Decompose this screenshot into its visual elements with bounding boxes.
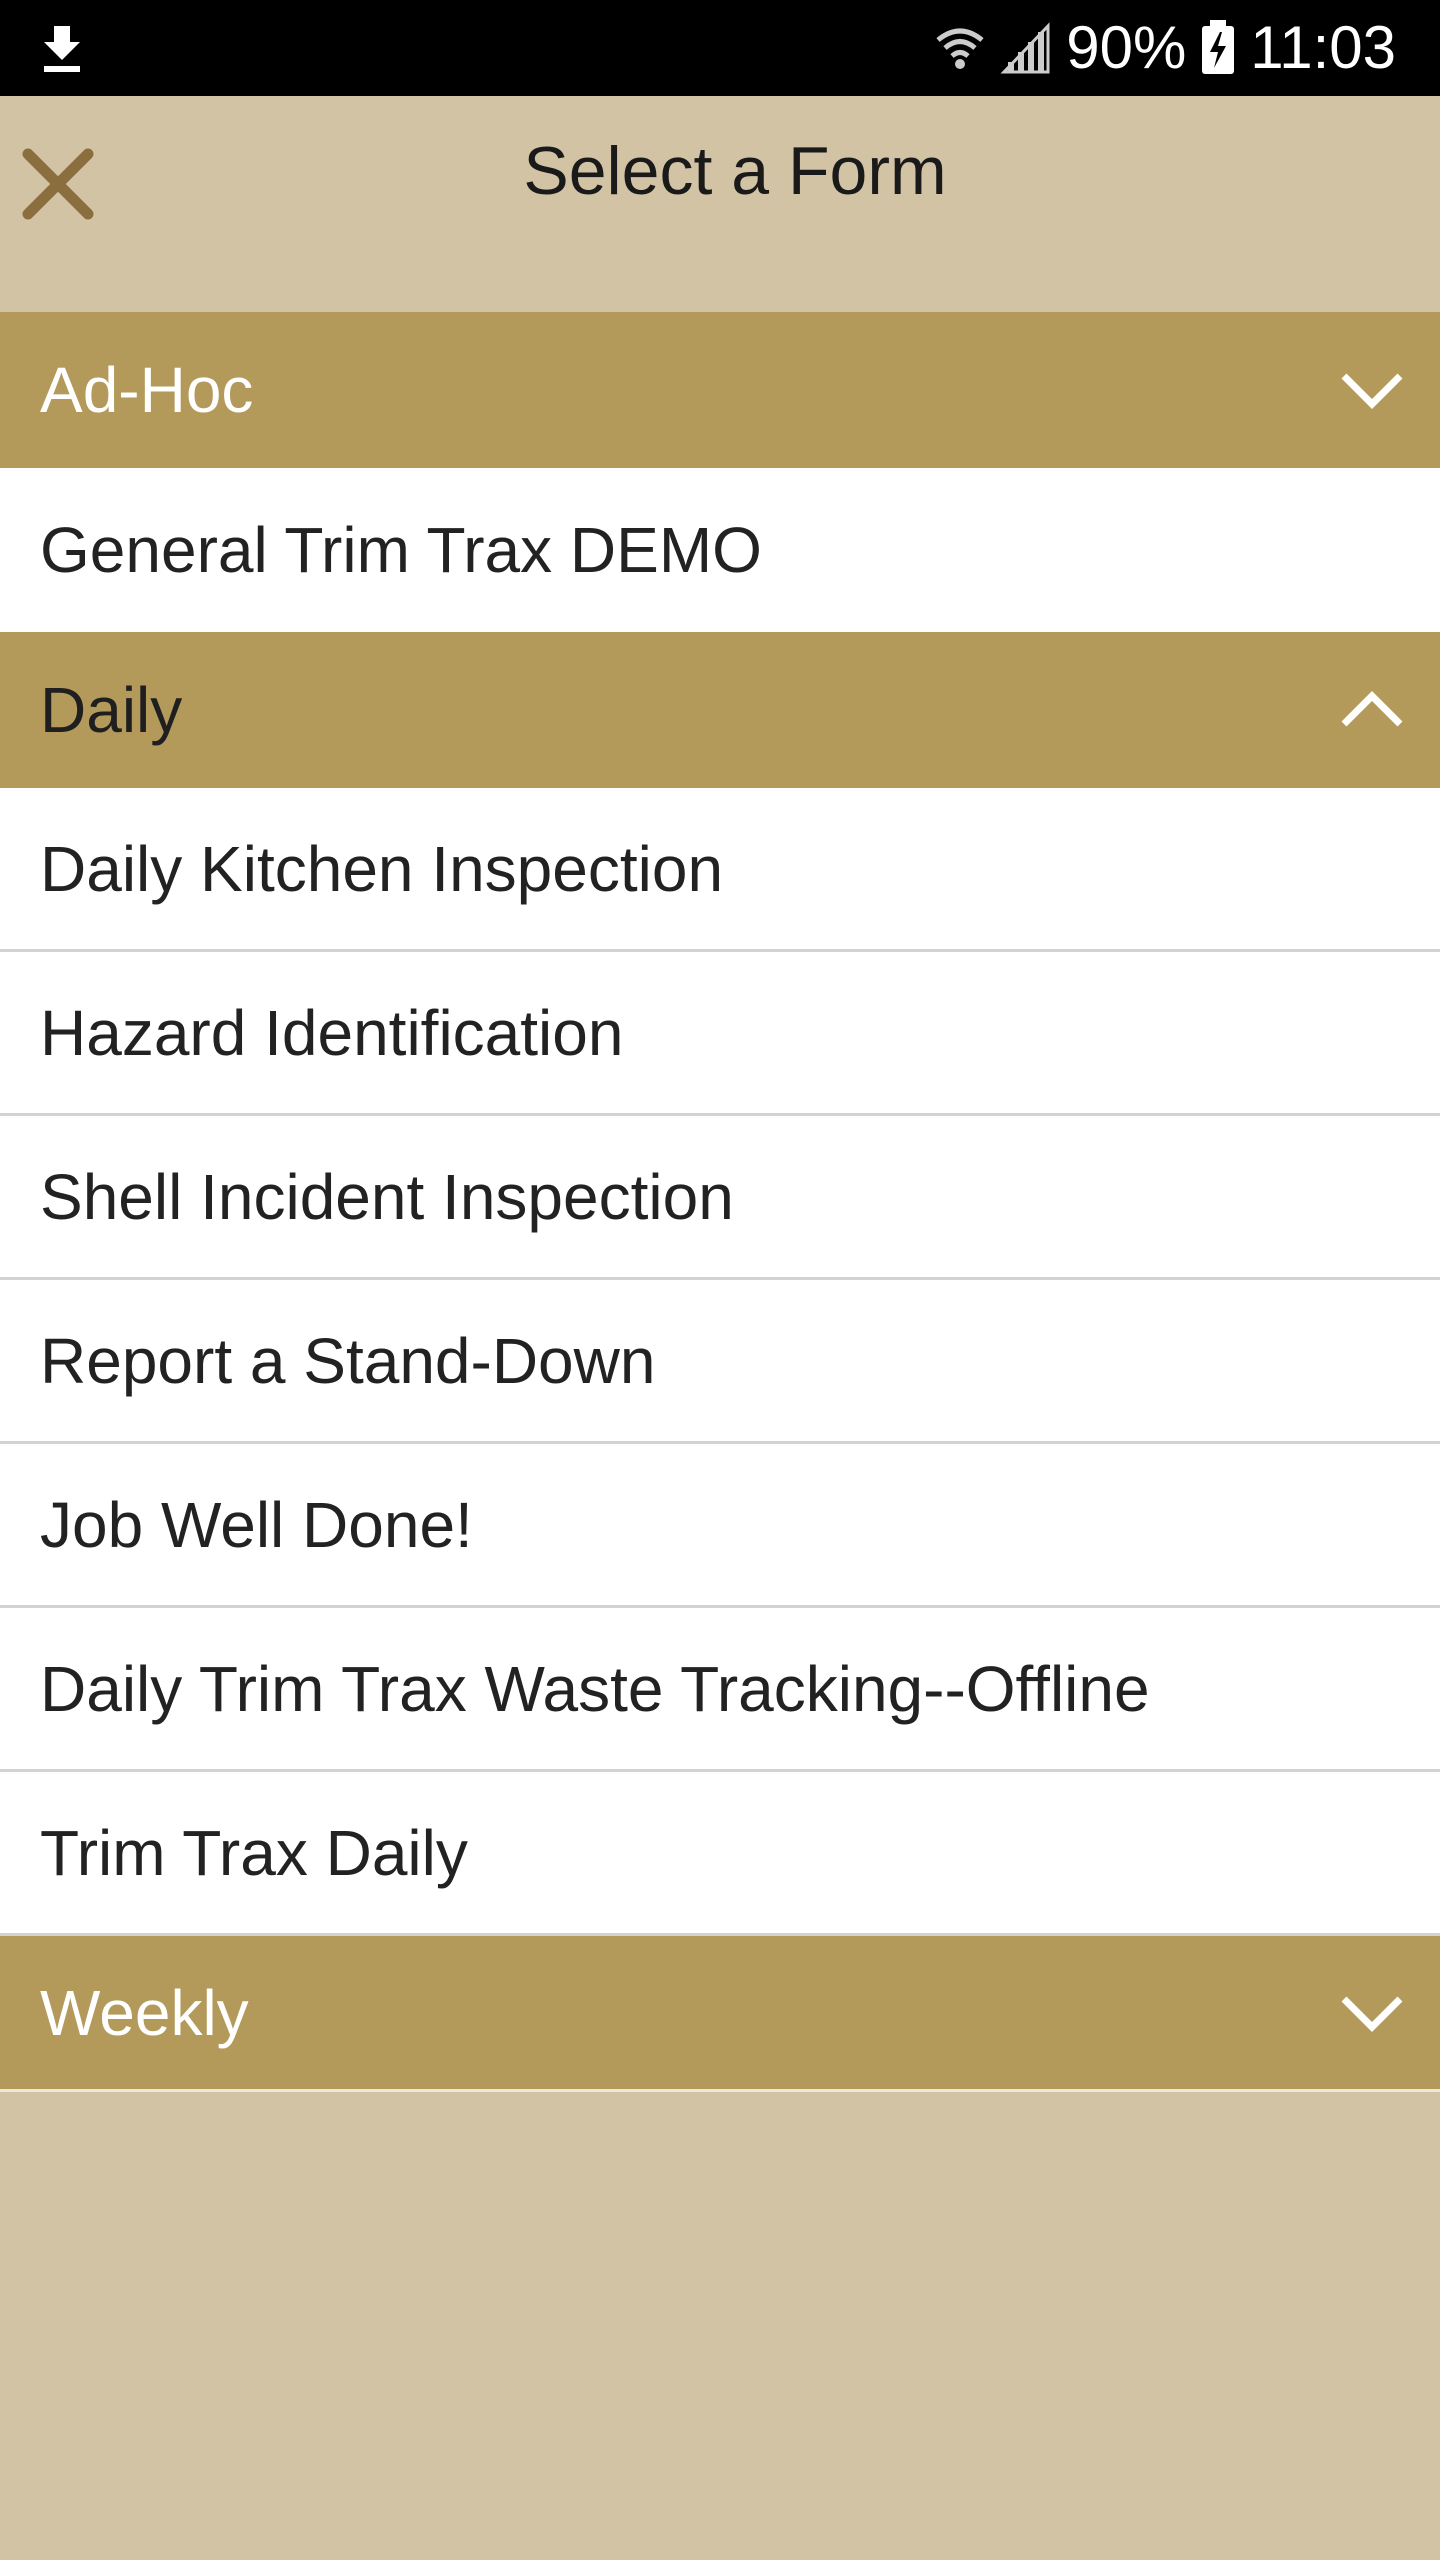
- chevron-down-icon: [1341, 373, 1403, 409]
- battery-charging-icon: [1202, 20, 1235, 74]
- download-icon: [44, 26, 80, 72]
- list-item[interactable]: Hazard Identification: [0, 952, 1440, 1116]
- group-label: Weekly: [40, 1976, 249, 2049]
- form-label: Daily Trim Trax Waste Tracking--Offline: [40, 1652, 1150, 1725]
- form-label: Daily Kitchen Inspection: [40, 832, 724, 905]
- form-label: Report a Stand-Down: [40, 1324, 656, 1397]
- form-label: Job Well Done!: [40, 1488, 473, 1561]
- form-label: Trim Trax Daily: [40, 1816, 468, 1889]
- list-item[interactable]: Daily Trim Trax Waste Tracking--Offline: [0, 1608, 1440, 1772]
- app-bar: Select a Form: [0, 96, 1440, 312]
- list-item[interactable]: General Trim Trax DEMO: [0, 468, 1440, 632]
- chevron-up-icon: [1341, 691, 1403, 727]
- form-label: Shell Incident Inspection: [40, 1160, 734, 1233]
- list-item[interactable]: Shell Incident Inspection: [0, 1116, 1440, 1280]
- form-label: General Trim Trax DEMO: [40, 514, 762, 586]
- list-item[interactable]: Daily Kitchen Inspection: [0, 788, 1440, 952]
- wifi-icon: [936, 28, 984, 69]
- group-header-weekly[interactable]: Weekly: [0, 1936, 1440, 2092]
- battery-percent: 90%: [1066, 14, 1187, 81]
- group-label: Daily: [40, 674, 183, 746]
- group-header-ad-hoc[interactable]: Ad-Hoc: [0, 312, 1440, 468]
- clock: 11:03: [1250, 14, 1396, 81]
- signal-icon: [1000, 22, 1050, 74]
- form-list: Ad-Hoc General Trim Trax DEMO Daily Dail…: [0, 312, 1440, 2092]
- chevron-down-icon: [1341, 1996, 1403, 2032]
- status-bar: 90% 11:03: [0, 0, 1440, 96]
- list-item[interactable]: Report a Stand-Down: [0, 1280, 1440, 1444]
- group-label: Ad-Hoc: [40, 354, 254, 426]
- form-label: Hazard Identification: [40, 996, 624, 1069]
- list-item[interactable]: Trim Trax Daily: [0, 1772, 1440, 1936]
- list-item[interactable]: Job Well Done!: [0, 1444, 1440, 1608]
- page-title: Select a Form: [523, 133, 947, 209]
- group-header-daily[interactable]: Daily: [0, 632, 1440, 788]
